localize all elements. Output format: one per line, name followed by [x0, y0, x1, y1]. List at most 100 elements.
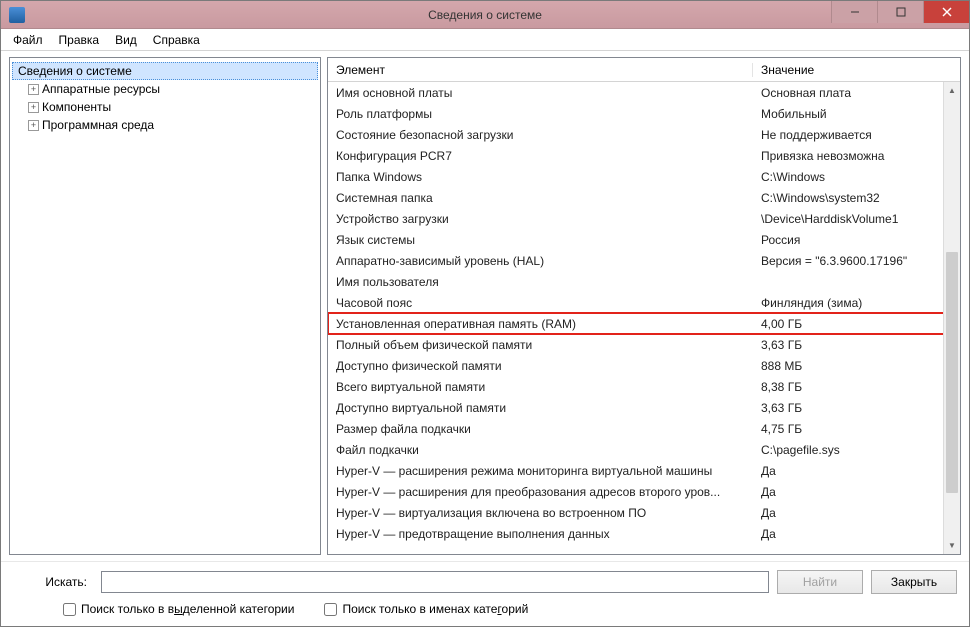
table-row[interactable]: Размер файла подкачки4,75 ГБ: [328, 418, 960, 439]
cell-element: Системная папка: [328, 191, 753, 205]
titlebar[interactable]: Сведения о системе: [1, 1, 969, 29]
tree-item-components[interactable]: + Компоненты: [12, 98, 318, 116]
tree-root[interactable]: Сведения о системе: [12, 62, 318, 80]
table-row[interactable]: Полный объем физической памяти3,63 ГБ: [328, 334, 960, 355]
tree-item-label: Аппаратные ресурсы: [42, 82, 160, 96]
cell-value: Да: [753, 485, 960, 499]
checkbox-input[interactable]: [63, 603, 76, 616]
checkbox-input[interactable]: [324, 603, 337, 616]
table-row[interactable]: Часовой поясФинляндия (зима): [328, 292, 960, 313]
menu-help[interactable]: Справка: [145, 31, 208, 49]
scroll-thumb[interactable]: [946, 252, 958, 493]
search-row: Искать: Найти Закрыть: [13, 570, 957, 594]
table-row[interactable]: Hyper-V — расширения режима мониторинга …: [328, 460, 960, 481]
col-header-value[interactable]: Значение: [753, 63, 960, 77]
table-row[interactable]: Системная папкаC:\Windows\system32: [328, 187, 960, 208]
table-row[interactable]: Hyper-V — расширения для преобразования …: [328, 481, 960, 502]
cell-element: Имя основной платы: [328, 86, 753, 100]
scroll-up-button[interactable]: ▲: [944, 82, 960, 99]
table-row[interactable]: Доступно физической памяти888 МБ: [328, 355, 960, 376]
expand-icon[interactable]: +: [28, 120, 39, 131]
menu-edit[interactable]: Правка: [51, 31, 108, 49]
tree-root-label: Сведения о системе: [18, 64, 132, 78]
content-area: Сведения о системе + Аппаратные ресурсы …: [1, 51, 969, 561]
window-title: Сведения о системе: [428, 8, 542, 22]
menu-file[interactable]: Файл: [5, 31, 51, 49]
cell-element: Hyper-V — виртуализация включена во встр…: [328, 506, 753, 520]
expand-icon[interactable]: +: [28, 102, 39, 113]
table-row[interactable]: Роль платформыМобильный: [328, 103, 960, 124]
expand-icon[interactable]: +: [28, 84, 39, 95]
table-row[interactable]: Файл подкачкиC:\pagefile.sys: [328, 439, 960, 460]
table-row[interactable]: Установленная оперативная память (RAM)4,…: [328, 313, 960, 334]
cell-value: Да: [753, 464, 960, 478]
cell-value: Россия: [753, 233, 960, 247]
table-row[interactable]: Имя пользователя: [328, 271, 960, 292]
cell-element: Конфигурация PCR7: [328, 149, 753, 163]
table-row[interactable]: Доступно виртуальной памяти3,63 ГБ: [328, 397, 960, 418]
menu-view[interactable]: Вид: [107, 31, 145, 49]
vertical-scrollbar[interactable]: ▲ ▼: [943, 82, 960, 554]
window-controls: [831, 1, 969, 23]
cell-value: Финляндия (зима): [753, 296, 960, 310]
details-table-panel: Элемент Значение Имя основной платыОснов…: [327, 57, 961, 555]
checkbox-label: Поиск только в именах категорий: [342, 602, 528, 616]
maximize-button[interactable]: [877, 1, 923, 23]
cell-value: C:\Windows\system32: [753, 191, 960, 205]
cell-value: 4,75 ГБ: [753, 422, 960, 436]
cell-value: Версия = "6.3.9600.17196": [753, 254, 960, 268]
minimize-button[interactable]: [831, 1, 877, 23]
cell-element: Часовой пояс: [328, 296, 753, 310]
cell-element: Доступно виртуальной памяти: [328, 401, 753, 415]
cell-value: Основная плата: [753, 86, 960, 100]
cell-element: Hyper-V — предотвращение выполнения данн…: [328, 527, 753, 541]
tree-item-label: Компоненты: [42, 100, 111, 114]
cell-element: Размер файла подкачки: [328, 422, 753, 436]
tree-item-software[interactable]: + Программная среда: [12, 116, 318, 134]
cell-element: Всего виртуальной памяти: [328, 380, 753, 394]
cell-value: C:\Windows: [753, 170, 960, 184]
search-selected-category-checkbox[interactable]: Поиск только в выделенной категории: [63, 602, 294, 616]
cell-element: Hyper-V — расширения режима мониторинга …: [328, 464, 753, 478]
search-category-names-checkbox[interactable]: Поиск только в именах категорий: [324, 602, 528, 616]
table-row[interactable]: Имя основной платыОсновная плата: [328, 82, 960, 103]
cell-element: Установленная оперативная память (RAM): [328, 317, 753, 331]
cell-element: Язык системы: [328, 233, 753, 247]
cell-element: Hyper-V — расширения для преобразования …: [328, 485, 753, 499]
close-button[interactable]: [923, 1, 969, 23]
search-input[interactable]: [101, 571, 769, 593]
category-tree[interactable]: Сведения о системе + Аппаратные ресурсы …: [10, 58, 320, 138]
menubar: Файл Правка Вид Справка: [1, 29, 969, 51]
find-button[interactable]: Найти: [777, 570, 863, 594]
table-row[interactable]: Hyper-V — предотвращение выполнения данн…: [328, 523, 960, 544]
cell-element: Доступно физической памяти: [328, 359, 753, 373]
table-row[interactable]: Аппаратно-зависимый уровень (HAL)Версия …: [328, 250, 960, 271]
scroll-track[interactable]: [944, 99, 960, 537]
table-row[interactable]: Всего виртуальной памяти8,38 ГБ: [328, 376, 960, 397]
tree-item-label: Программная среда: [42, 118, 154, 132]
cell-value: Да: [753, 506, 960, 520]
table-body[interactable]: Имя основной платыОсновная платаРоль пла…: [328, 82, 960, 554]
cell-element: Роль платформы: [328, 107, 753, 121]
app-icon: [9, 7, 25, 23]
scroll-down-button[interactable]: ▼: [944, 537, 960, 554]
cell-element: Полный объем физической памяти: [328, 338, 753, 352]
table-header: Элемент Значение: [328, 58, 960, 82]
cell-element: Состояние безопасной загрузки: [328, 128, 753, 142]
close-dialog-button[interactable]: Закрыть: [871, 570, 957, 594]
cell-value: 3,63 ГБ: [753, 401, 960, 415]
table-row[interactable]: Устройство загрузки\Device\HarddiskVolum…: [328, 208, 960, 229]
cell-element: Аппаратно-зависимый уровень (HAL): [328, 254, 753, 268]
table-row[interactable]: Состояние безопасной загрузкиНе поддержи…: [328, 124, 960, 145]
cell-value: \Device\HarddiskVolume1: [753, 212, 960, 226]
cell-value: 8,38 ГБ: [753, 380, 960, 394]
table-row[interactable]: Hyper-V — виртуализация включена во встр…: [328, 502, 960, 523]
table-row[interactable]: Язык системыРоссия: [328, 229, 960, 250]
table-row[interactable]: Конфигурация PCR7Привязка невозможна: [328, 145, 960, 166]
cell-value: Да: [753, 527, 960, 541]
footer: Искать: Найти Закрыть Поиск только в выд…: [1, 561, 969, 626]
cell-element: Папка Windows: [328, 170, 753, 184]
col-header-element[interactable]: Элемент: [328, 63, 753, 77]
tree-item-hardware[interactable]: + Аппаратные ресурсы: [12, 80, 318, 98]
table-row[interactable]: Папка WindowsC:\Windows: [328, 166, 960, 187]
